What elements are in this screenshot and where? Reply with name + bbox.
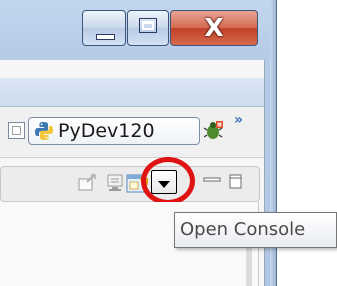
close-icon: X — [204, 13, 224, 42]
menu-bar — [0, 78, 264, 107]
minimize-icon — [96, 34, 115, 40]
minimize-window-button[interactable] — [82, 10, 126, 46]
display-console-icon[interactable] — [106, 173, 126, 193]
python-icon — [35, 122, 53, 140]
perspective-overflow-icon[interactable]: » — [234, 112, 243, 128]
open-perspective-icon[interactable] — [8, 122, 25, 139]
minimize-view-icon[interactable] — [202, 176, 224, 192]
perspective-label: PyDev120 — [58, 120, 155, 142]
debug-perspective-icon[interactable] — [204, 121, 224, 141]
maximize-view-icon[interactable] — [228, 173, 244, 191]
maximize-icon — [139, 18, 157, 33]
tooltip-text: Open Console — [180, 219, 306, 240]
highlight-circle — [141, 157, 195, 205]
pin-console-icon[interactable] — [78, 174, 98, 192]
